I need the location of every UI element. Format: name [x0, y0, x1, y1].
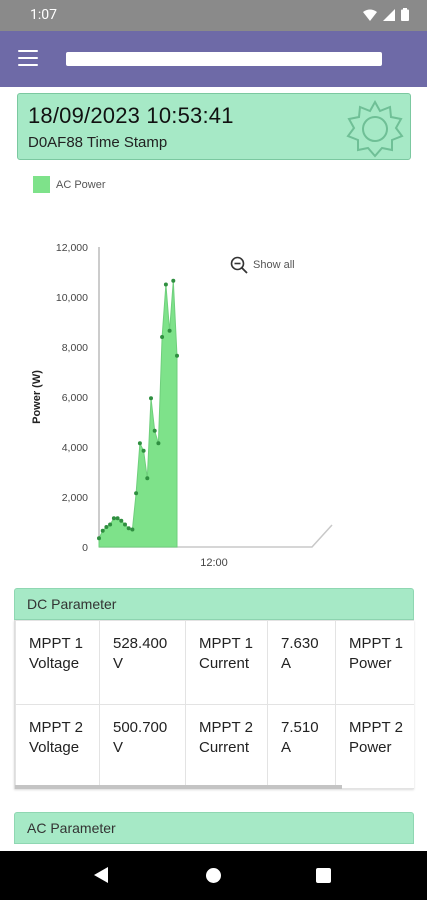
legend-swatch — [33, 176, 50, 193]
status-icons — [363, 8, 409, 21]
status-bar: 1:07 — [0, 0, 427, 31]
data-point — [111, 516, 116, 521]
dc-table-cell: MPPT 2 Power — [335, 704, 414, 789]
data-point — [123, 522, 127, 527]
y-tick-label: 10,000 — [56, 292, 88, 304]
horizontal-scrollbar[interactable] — [15, 785, 342, 789]
dc-table-cell: MPPT 1 Power — [335, 620, 414, 705]
y-tick-label: 2,000 — [62, 492, 88, 504]
data-point — [97, 536, 101, 541]
data-point — [115, 516, 120, 521]
ac-power-chart: 0 2,000 4,000 6,000 8,000 10,000 12,000 12:00 Po… — [31, 242, 333, 569]
dc-table-cell: 500.700 V — [99, 704, 186, 789]
legend-label: AC Power — [56, 178, 106, 191]
y-tick-label: 4,000 — [62, 442, 88, 454]
y-tick-label: 0 — [82, 542, 88, 554]
data-point — [126, 526, 131, 531]
dc-table-cell: MPPT 1 Voltage — [15, 620, 100, 705]
data-point — [149, 396, 153, 401]
data-point — [100, 528, 105, 533]
wifi-icon — [363, 9, 377, 21]
timestamp-label: D0AF88 Time Stamp — [28, 134, 168, 151]
dc-table-cell: MPPT 1 Current — [185, 620, 268, 705]
gear-icon — [346, 99, 404, 158]
y-tick-label: 12,000 — [56, 242, 88, 254]
back-icon[interactable] — [94, 867, 108, 883]
data-point — [108, 522, 113, 527]
dc-parameter-table-wrap[interactable]: MPPT 1 Voltage 528.400 V MPPT 1 Current 7.6… — [14, 620, 414, 789]
ac-parameter-header: AC Parameter — [14, 812, 414, 844]
battery-icon — [401, 8, 409, 21]
app-bar — [0, 31, 427, 87]
data-point — [145, 476, 150, 481]
data-point — [167, 328, 172, 333]
data-point — [152, 428, 157, 433]
dc-table-row: MPPT 2 Voltage 500.700 V MPPT 2 Current 7.5… — [15, 704, 414, 789]
dc-parameter-header: DC Parameter — [14, 588, 414, 620]
signal-icon — [383, 8, 395, 21]
data-point — [171, 278, 176, 283]
app-title-redacted — [66, 52, 382, 66]
dc-table-cell: MPPT 2 Current — [185, 704, 268, 789]
dc-parameter-table: MPPT 1 Voltage 528.400 V MPPT 1 Current 7.6… — [15, 620, 414, 789]
system-nav-bar — [0, 851, 427, 900]
data-point — [141, 448, 146, 453]
home-icon[interactable] — [206, 868, 221, 883]
y-axis-label: Power (W) — [31, 370, 43, 424]
data-point — [156, 441, 161, 446]
ac-parameter-section: AC Parameter — [14, 812, 414, 844]
x-tick-label: 12:00 — [200, 557, 228, 569]
data-point — [137, 441, 142, 446]
menu-icon[interactable] — [18, 50, 38, 66]
y-tick-label: 6,000 — [62, 392, 88, 404]
dc-table-cell: 7.630 A — [267, 620, 336, 705]
dc-table-row: MPPT 1 Voltage 528.400 V MPPT 1 Current 7.6… — [15, 620, 414, 705]
data-point — [175, 353, 179, 358]
timestamp-datetime: 18/09/2023 10:53:41 — [28, 103, 234, 128]
status-time: 1:07 — [30, 7, 57, 23]
data-point — [130, 527, 135, 532]
dc-table-cell: 528.400 V — [99, 620, 186, 705]
ac-power-area — [98, 280, 178, 548]
timestamp-card: 18/09/2023 10:53:41 D0AF88 Time Stamp — [17, 93, 411, 160]
data-point — [163, 282, 168, 287]
data-point — [134, 491, 139, 496]
recents-icon[interactable] — [316, 868, 331, 883]
dc-table-cell: 7.510 A — [267, 704, 336, 789]
y-tick-label: 8,000 — [62, 342, 88, 354]
dc-parameter-section: DC Parameter MPPT 1 Voltage 528.400 V MPPT… — [14, 588, 414, 789]
data-point — [104, 525, 109, 529]
chart-legend: AC Power — [33, 176, 106, 193]
dc-table-cell: MPPT 2 Voltage — [15, 704, 100, 789]
data-point — [119, 518, 124, 523]
data-point — [160, 335, 165, 339]
